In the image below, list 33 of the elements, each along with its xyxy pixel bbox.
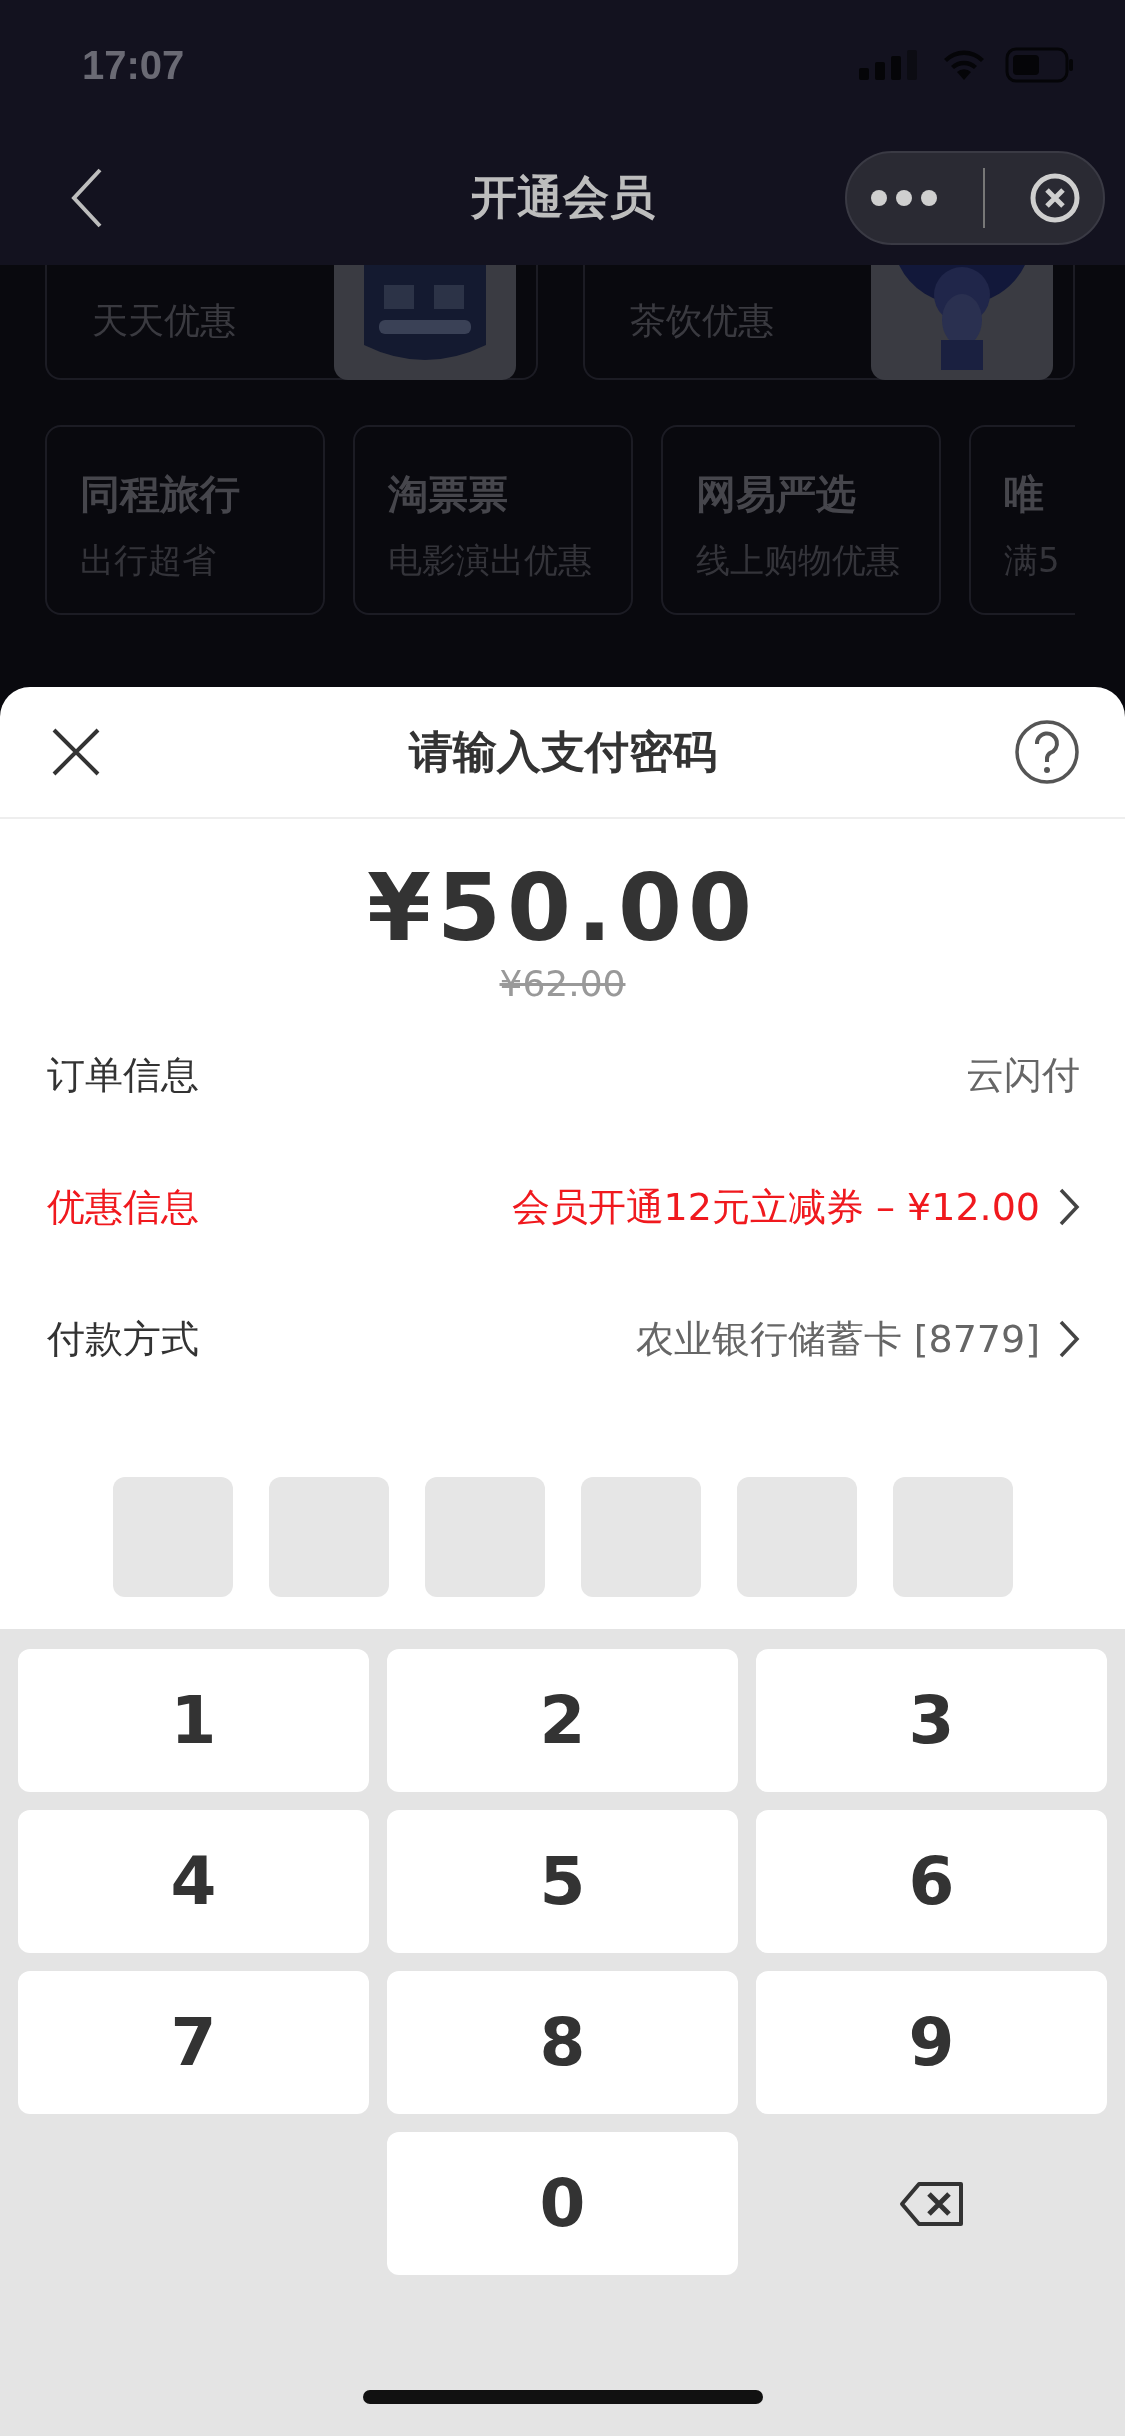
key[interactable]: 4: [18, 1810, 369, 1953]
sheet-title: 请输入支付密码: [408, 724, 717, 779]
key[interactable]: 6: [756, 1810, 1107, 1953]
row-value[interactable]: 农业银行储蓄卡 [8779]: [635, 1313, 1040, 1365]
key[interactable]: 1: [18, 1649, 369, 1792]
card-title: 淘票票: [388, 470, 509, 519]
key[interactable]: 5: [387, 1810, 738, 1953]
key[interactable]: 2: [387, 1649, 738, 1792]
row-label: 付款方式: [47, 1315, 199, 1363]
clock-time: 17:07: [82, 42, 185, 88]
card-title: 唯: [1004, 470, 1045, 519]
chevron-icon[interactable]: [1058, 1319, 1080, 1359]
key[interactable]: 3: [756, 1649, 1107, 1792]
page-title: 开通会员: [470, 168, 655, 226]
close-icon[interactable]: [52, 728, 100, 776]
row-value[interactable]: 会员开通12元立减券 – ¥12.00: [511, 1181, 1040, 1233]
row-value: 云闪付: [966, 1051, 1080, 1099]
backspace-icon[interactable]: [898, 2180, 965, 2227]
card-title: 网易严选: [696, 470, 857, 519]
close-icon[interactable]: [1029, 171, 1081, 224]
key[interactable]: 7: [18, 1971, 369, 2114]
more-icon[interactable]: [869, 187, 939, 208]
row-label: 订单信息: [47, 1051, 199, 1099]
help-icon[interactable]: [1014, 719, 1080, 785]
row-label: 优惠信息: [47, 1183, 199, 1231]
payment-amount: ¥50.00: [367, 859, 758, 959]
battery-icon: [1005, 47, 1075, 83]
key[interactable]: 8: [387, 1971, 738, 2114]
key[interactable]: 9: [756, 1971, 1107, 2114]
chevron-icon[interactable]: [1058, 1187, 1080, 1227]
card-title: 同程旅行: [80, 470, 241, 519]
original-price: ¥62.00: [499, 962, 626, 1006]
key[interactable]: 0: [387, 2132, 738, 2275]
